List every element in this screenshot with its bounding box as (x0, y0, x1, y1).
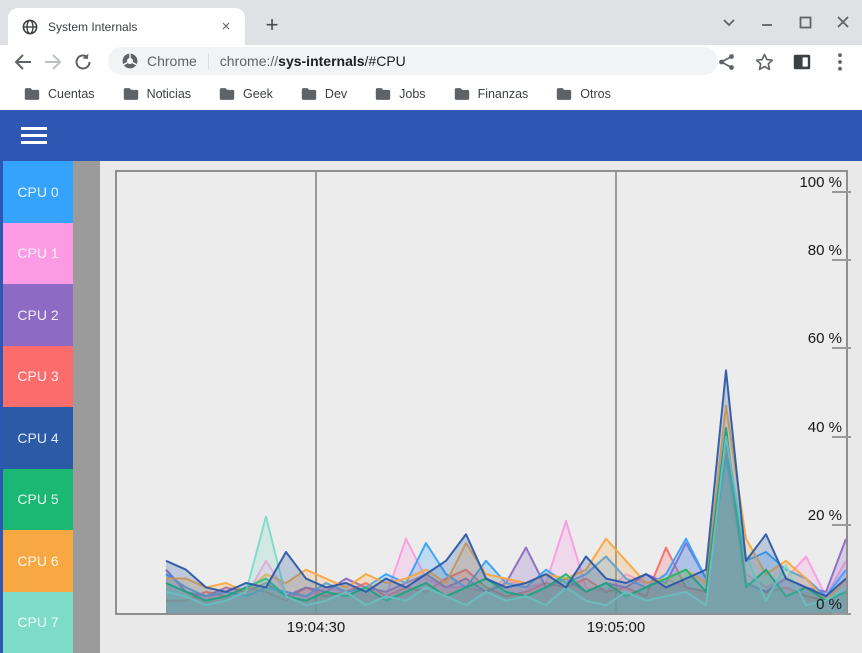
folder-icon (454, 87, 470, 101)
sidebar-scrollbar[interactable] (73, 161, 100, 653)
tab-system-internals[interactable]: System Internals × (8, 8, 245, 45)
bookmark-label: Finanzas (478, 87, 529, 101)
share-icon[interactable] (712, 48, 740, 76)
globe-favicon-icon (22, 19, 38, 35)
y-axis-label-100: 100 % (782, 173, 842, 193)
sidebar-item-cpu-7[interactable]: CPU 7 (3, 592, 73, 653)
y-axis-label-80: 80 % (782, 241, 842, 261)
side-panel-icon[interactable] (788, 48, 816, 76)
tab-title: System Internals (48, 20, 217, 34)
y-axis-tick-60 (832, 347, 851, 349)
bookmark-folder-jobs[interactable]: Jobs (365, 83, 435, 105)
forward-icon[interactable] (38, 47, 68, 77)
tab-close-icon[interactable]: × (217, 18, 235, 36)
window-menu-chevron-icon[interactable] (716, 9, 742, 35)
omnibox-divider (208, 53, 209, 69)
browser-toolbar: Chrome chrome://sys-internals/#CPU (0, 45, 862, 78)
maximize-icon[interactable] (792, 9, 818, 35)
bookmark-label: Otros (580, 87, 611, 101)
cpu-sidebar: CPU 0CPU 1CPU 2CPU 3CPU 4CPU 5CPU 6CPU 7 (3, 161, 73, 653)
sidebar-item-cpu-5[interactable]: CPU 5 (3, 469, 73, 531)
bookmark-folder-finanzas[interactable]: Finanzas (444, 83, 539, 105)
folder-icon (24, 87, 40, 101)
folder-icon (301, 87, 317, 101)
bookmark-label: Dev (325, 87, 347, 101)
bookmark-label: Noticias (147, 87, 191, 101)
y-axis-label-60: 60 % (782, 329, 842, 349)
address-bar[interactable]: Chrome chrome://sys-internals/#CPU (108, 47, 718, 75)
reload-icon[interactable] (68, 47, 98, 77)
new-tab-button[interactable]: + (258, 11, 286, 39)
sidebar-item-cpu-4[interactable]: CPU 4 (3, 407, 73, 469)
bookmark-star-icon[interactable] (750, 48, 778, 76)
close-window-icon[interactable] (830, 9, 856, 35)
x-axis-label-2: 19:05:00 (571, 619, 661, 636)
window-controls (716, 8, 856, 36)
sys-internals-header (0, 110, 862, 161)
browser-label: Chrome (147, 53, 197, 69)
y-axis-label-0: 0 % (782, 595, 842, 615)
sidebar-item-cpu-6[interactable]: CPU 6 (3, 530, 73, 592)
bookmark-label: Geek (243, 87, 273, 101)
folder-icon (123, 87, 139, 101)
cpu-chart-svg (117, 172, 846, 613)
sidebar-item-cpu-1[interactable]: CPU 1 (3, 223, 73, 285)
back-icon[interactable] (8, 47, 38, 77)
y-axis-tick-100 (832, 191, 851, 193)
folder-icon (375, 87, 391, 101)
bookmark-folder-otros[interactable]: Otros (546, 83, 621, 105)
folder-icon (556, 87, 572, 101)
page-content: CPU 0CPU 1CPU 2CPU 3CPU 4CPU 5CPU 6CPU 7… (0, 161, 862, 653)
chrome-logo-icon (122, 53, 138, 69)
y-axis-tick-80 (832, 259, 851, 261)
tab-strip: System Internals × + (0, 0, 862, 45)
bookmark-label: Cuentas (48, 87, 95, 101)
sidebar-item-cpu-2[interactable]: CPU 2 (3, 284, 73, 346)
cpu-usage-chart: 100 % 80 % 60 % 40 % 20 % 0 % (115, 170, 848, 615)
sidebar-item-cpu-0[interactable]: CPU 0 (3, 161, 73, 223)
bookmark-folder-geek[interactable]: Geek (209, 83, 283, 105)
minimize-icon[interactable] (754, 9, 780, 35)
bookmark-label: Jobs (399, 87, 425, 101)
kebab-menu-icon[interactable] (826, 48, 854, 76)
folder-icon (219, 87, 235, 101)
hamburger-menu-icon[interactable] (14, 119, 54, 153)
toolbar-actions (712, 45, 854, 78)
url-text: chrome://sys-internals/#CPU (220, 53, 406, 69)
bookmarks-bar: Cuentas Noticias Geek Dev Jobs Finanzas Otros (0, 78, 862, 110)
y-axis-label-20: 20 % (782, 506, 842, 526)
y-axis-tick-40 (832, 436, 851, 438)
y-axis-label-40: 40 % (782, 418, 842, 438)
bookmark-folder-cuentas[interactable]: Cuentas (14, 83, 105, 105)
sidebar-item-cpu-3[interactable]: CPU 3 (3, 346, 73, 408)
y-axis-tick-0 (832, 613, 851, 615)
x-axis-label-1: 19:04:30 (271, 619, 361, 636)
browser-window: System Internals × + (0, 0, 862, 653)
chart-panel: 100 % 80 % 60 % 40 % 20 % 0 % 19:04:30 19:05:… (100, 161, 862, 653)
bookmark-folder-dev[interactable]: Dev (291, 83, 357, 105)
y-axis-tick-20 (832, 524, 851, 526)
bookmark-folder-noticias[interactable]: Noticias (113, 83, 201, 105)
